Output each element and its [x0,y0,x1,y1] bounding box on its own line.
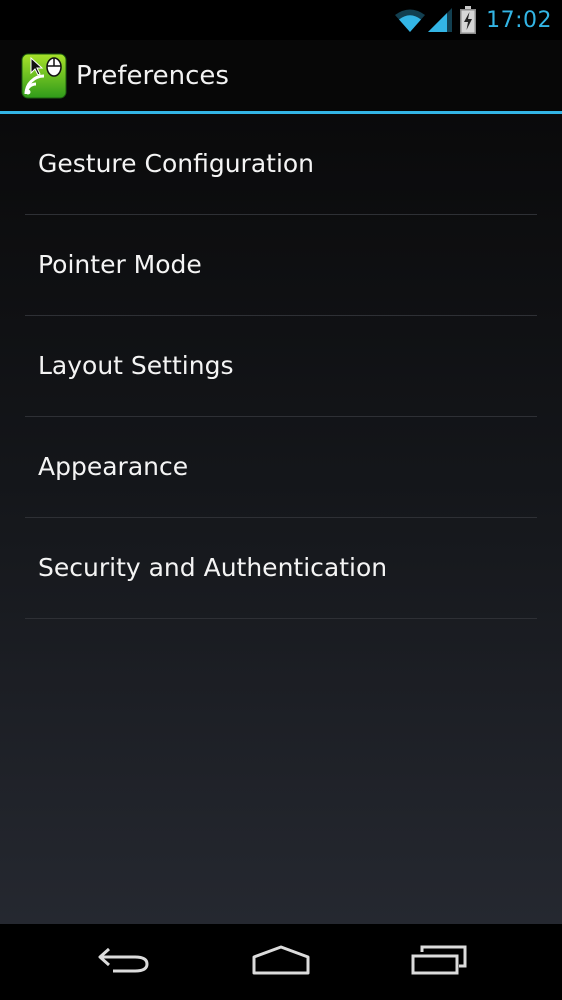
pref-item-label: Layout Settings [38,350,234,380]
pref-item-label: Pointer Mode [38,249,202,279]
status-bar: 17:02 [0,0,562,40]
status-icons: 17:02 [394,0,552,40]
remote-mouse-app-icon[interactable] [21,53,67,99]
back-icon [97,945,153,979]
screen: 17:02 Preferences Gesture Configuration … [0,0,562,1000]
pref-item-pointer-mode[interactable]: Pointer Mode [25,215,537,316]
battery-charging-icon [460,6,477,34]
pref-item-label: Appearance [38,451,189,481]
preferences-list: Gesture Configuration Pointer Mode Layou… [0,114,562,619]
signal-icon [428,7,453,33]
pref-item-label: Security and Authentication [38,552,388,582]
pref-item-layout-settings[interactable]: Layout Settings [25,316,537,417]
pref-item-gesture-configuration[interactable]: Gesture Configuration [25,114,537,215]
pref-item-appearance[interactable]: Appearance [25,417,537,518]
recent-apps-icon [410,944,468,980]
home-button[interactable] [226,924,336,1000]
recent-apps-button[interactable] [384,924,494,1000]
home-icon [251,944,311,980]
navigation-bar [0,924,562,1000]
back-button[interactable] [70,924,180,1000]
pref-item-label: Gesture Configuration [38,148,315,178]
page-title: Preferences [76,61,229,91]
status-clock: 17:02 [486,7,552,33]
wifi-icon [394,7,426,33]
pref-item-security-and-authentication[interactable]: Security and Authentication [25,518,537,619]
preferences-content: Gesture Configuration Pointer Mode Layou… [0,114,562,924]
action-bar: Preferences [0,40,562,112]
